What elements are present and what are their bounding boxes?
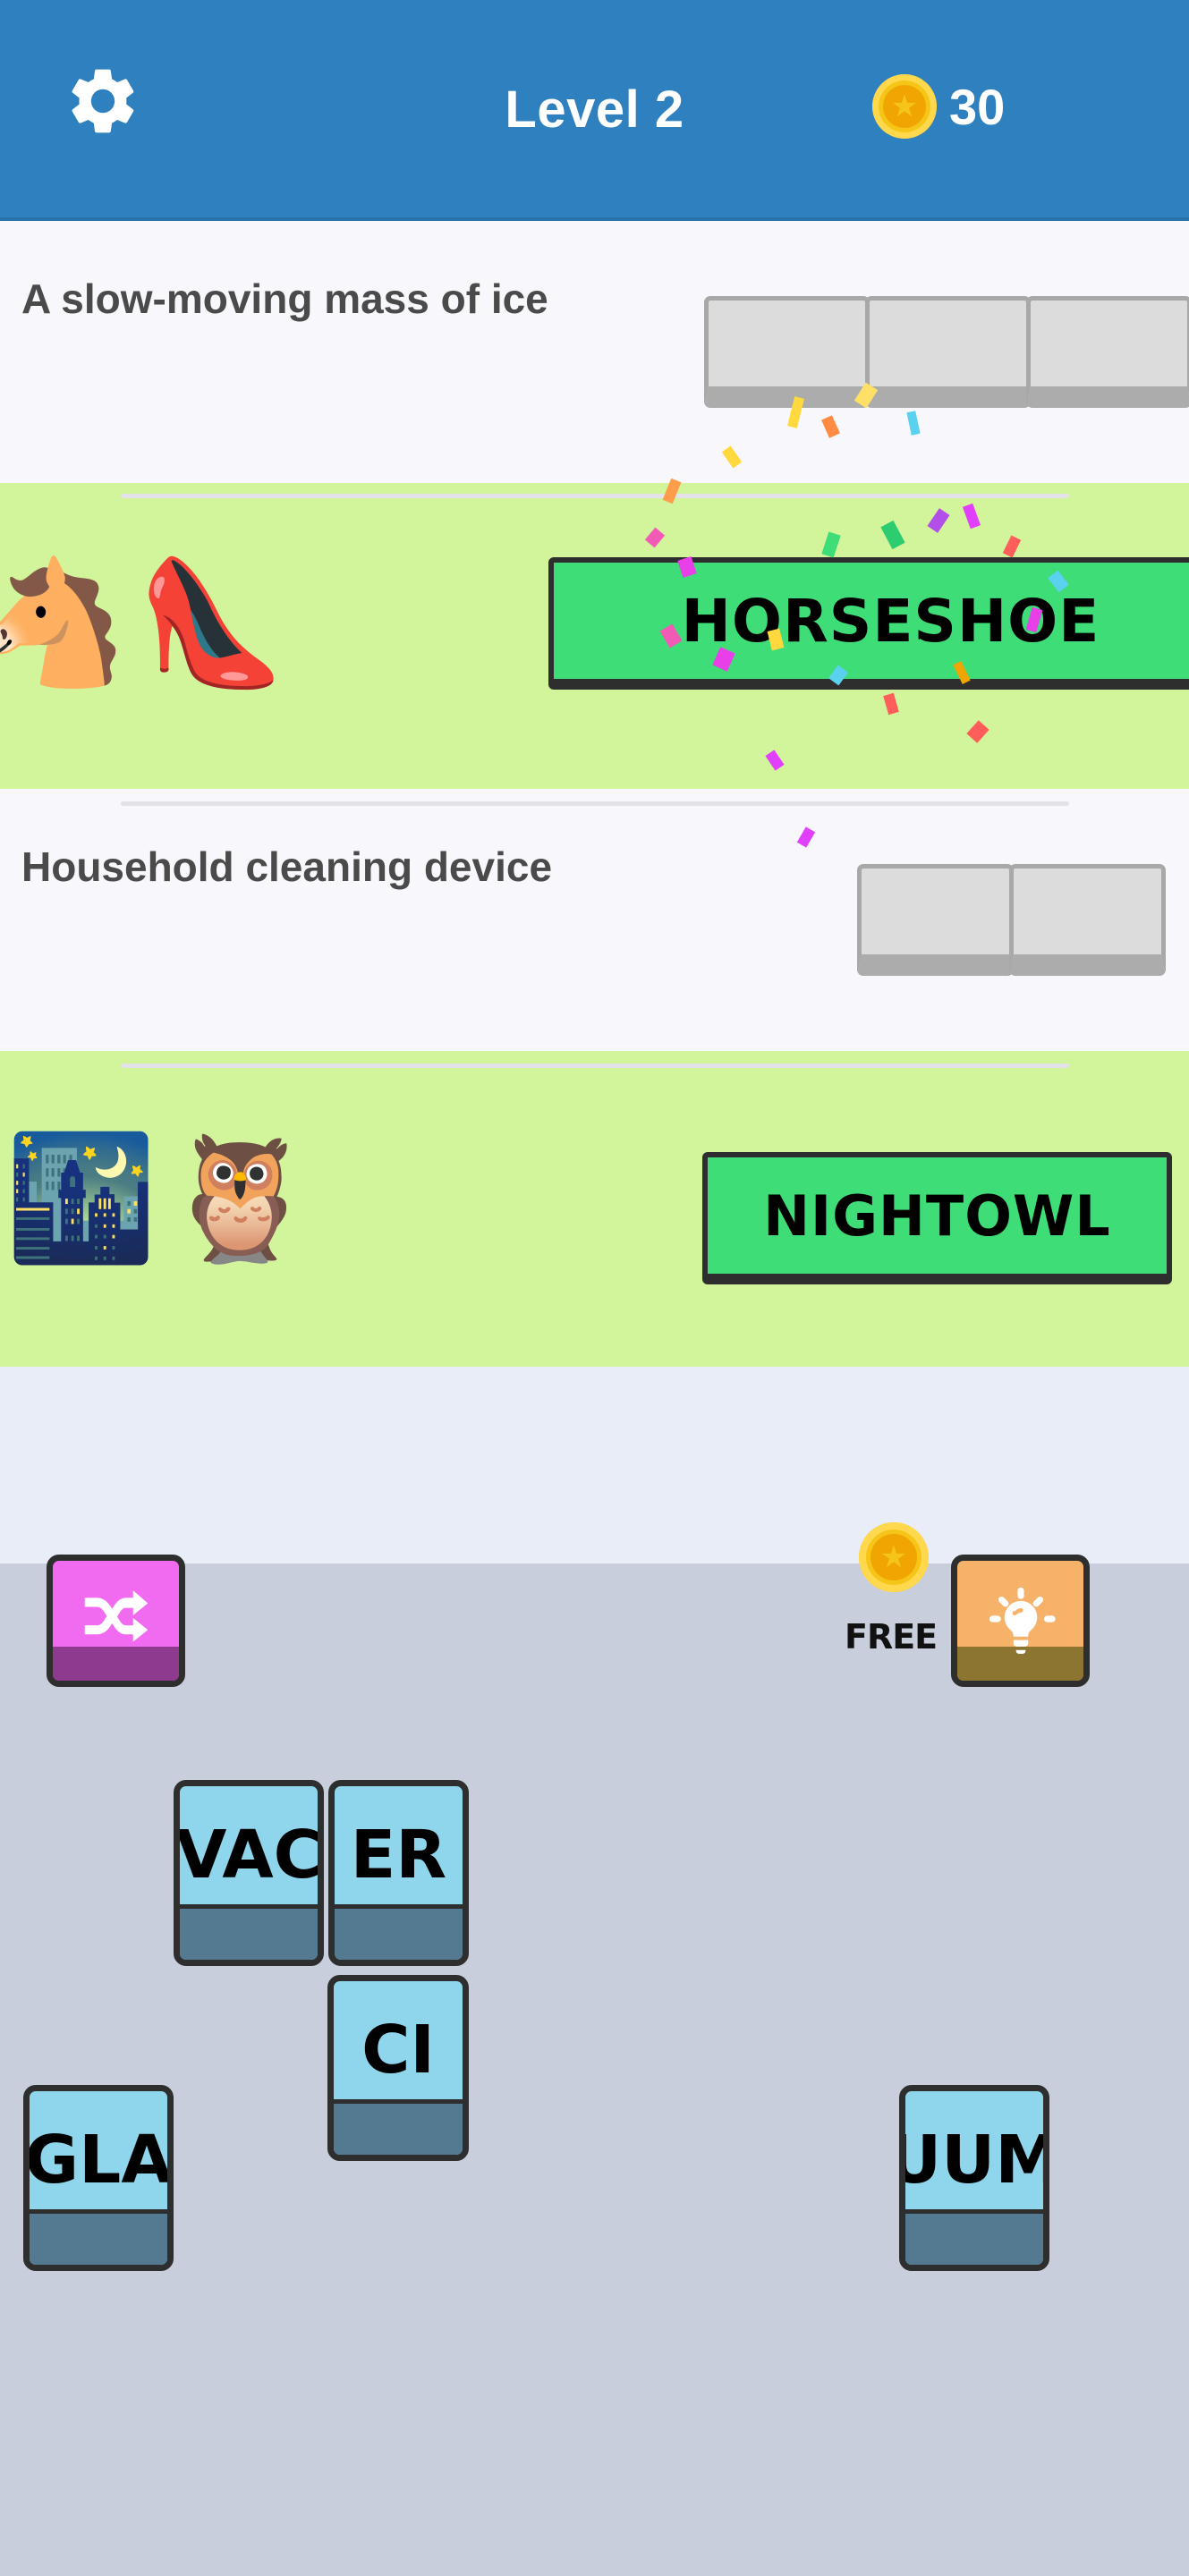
confetti-piece	[821, 531, 841, 558]
solved-answer-4[interactable]: NIGHTOWL	[702, 1152, 1172, 1284]
confetti-piece	[962, 503, 981, 530]
confetti-piece	[1002, 535, 1022, 558]
clue-text-3: Household cleaning device	[21, 843, 553, 890]
letter-tile-text: GLA	[24, 2122, 173, 2199]
confetti-piece	[966, 720, 989, 743]
coin-count-label: 30	[949, 78, 1006, 135]
tile-lip	[30, 2209, 167, 2265]
row-divider	[121, 1063, 1069, 1068]
puzzle-row-4[interactable]: 🌃 🦉 NIGHTOWL	[0, 1051, 1189, 1367]
coin-icon: ★	[872, 74, 937, 139]
puzzle-row-3[interactable]: Household cleaning device	[0, 789, 1189, 1051]
spacer-panel	[0, 1367, 1189, 1563]
empty-slot[interactable]	[865, 296, 1031, 408]
letter-tile[interactable]: UUM	[899, 2085, 1049, 2271]
emoji-clue-2: 🐴 👠	[0, 562, 287, 683]
letter-tile-text: VAC	[175, 1817, 322, 1894]
confetti-piece	[880, 520, 905, 550]
row-divider	[121, 494, 1069, 498]
letter-tile-text: UUM	[905, 2122, 1049, 2199]
owl-emoji: 🦉	[164, 1130, 316, 1266]
confetti-piece	[765, 750, 785, 771]
horse-face-emoji: 🐴	[0, 555, 129, 691]
tile-lip	[334, 2099, 463, 2155]
high-heeled-shoe-emoji: 👠	[135, 555, 287, 691]
coin-icon: ★	[859, 1522, 929, 1592]
letter-tile[interactable]: VAC	[174, 1780, 324, 1966]
shuffle-icon	[76, 1579, 157, 1664]
hint-cost-label: FREE	[845, 1617, 938, 1657]
night-with-stars-emoji: 🌃	[5, 1130, 157, 1266]
letter-tile-text: CI	[361, 2012, 435, 2089]
hint-button[interactable]	[951, 1555, 1090, 1687]
letter-tile-text: ER	[350, 1817, 447, 1894]
page-title: Level 2	[505, 80, 684, 139]
tile-lip	[180, 1904, 318, 1960]
empty-slot[interactable]	[704, 296, 870, 408]
letter-tile[interactable]: ER	[328, 1780, 469, 1966]
answer-slots-3[interactable]	[857, 864, 1166, 976]
confetti-piece	[644, 527, 666, 548]
empty-slot[interactable]	[1009, 864, 1166, 976]
answer-slots-1[interactable]	[704, 296, 1189, 408]
letter-tile[interactable]: GLA	[23, 2085, 174, 2271]
hint-coin-badge: ★	[859, 1522, 929, 1592]
row-divider	[121, 801, 1069, 806]
tile-tray-panel	[0, 1563, 1189, 2576]
coin-balance[interactable]: ★ 30	[872, 74, 1005, 139]
shuffle-button[interactable]	[47, 1555, 185, 1687]
puzzle-row-2[interactable]: 🐴 👠 HORSESHOE	[0, 382, 1189, 789]
empty-slot[interactable]	[857, 864, 1014, 976]
letter-tile[interactable]: CI	[327, 1975, 469, 2161]
confetti-piece	[796, 826, 816, 848]
empty-slot[interactable]	[1026, 296, 1189, 408]
confetti-piece	[927, 508, 950, 533]
tile-lip	[335, 1904, 463, 1960]
puzzle-row-1[interactable]: A slow-moving mass of ice	[0, 221, 1189, 483]
app-header: Level 2 ★ 30	[0, 0, 1189, 219]
confetti-piece	[883, 692, 899, 716]
solved-answer-2[interactable]: HORSESHOE	[548, 557, 1189, 690]
lightbulb-icon	[982, 1580, 1059, 1662]
clue-text-1: A slow-moving mass of ice	[21, 275, 548, 322]
tile-lip	[905, 2209, 1043, 2265]
emoji-clue-4: 🌃 🦉	[5, 1137, 316, 1258]
